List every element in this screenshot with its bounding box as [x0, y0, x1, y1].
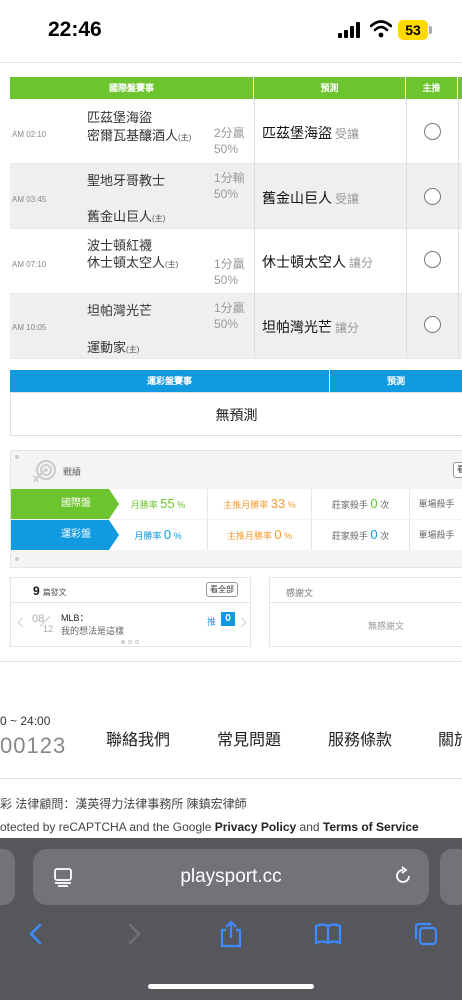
prediction: 休士頓太空人 讓分	[262, 254, 374, 270]
privacy-link[interactable]: Privacy Policy	[215, 820, 296, 834]
footer-link-terms[interactable]: 服務條款	[328, 726, 392, 750]
game-result: 1分贏 50%	[214, 301, 245, 331]
game-result: 1分贏 50%	[214, 257, 245, 287]
stats-title: 戰績	[63, 467, 82, 477]
prediction: 匹茲堡海盜 受讓	[262, 125, 360, 141]
thanks-title: 感謝文	[286, 588, 314, 598]
push-label: 推	[207, 617, 217, 627]
game-time: AM 07:10	[12, 260, 47, 269]
post-title[interactable]: MLB：	[61, 611, 89, 624]
team-home: 運動家(主)	[87, 340, 140, 355]
footer-link-faq[interactable]: 常見問題	[217, 726, 281, 750]
lottery-header-games: 運彩盤賽事	[10, 370, 330, 392]
stat-banker-killer: 莊家殺手 0 次	[312, 489, 410, 519]
main-pick-radio[interactable]	[424, 188, 441, 205]
stats-panel: 戰績 看 國際盤 月勝率 55 % 主推月勝率 33 % 莊家殺手 0 次 單場…	[10, 450, 462, 568]
forward-icon[interactable]	[120, 920, 148, 948]
status-bar: 22:46 53	[0, 0, 462, 62]
tabs-icon[interactable]	[412, 920, 440, 948]
status-time: 22:46	[48, 18, 102, 41]
team-away: 聖地牙哥教士	[87, 173, 166, 188]
stats-more-button[interactable]: 看	[453, 462, 462, 478]
stat-banker-killer: 莊家殺手 0 次	[312, 520, 410, 550]
footer-link-contact[interactable]: 聯絡我們	[106, 726, 170, 750]
team-home: 休士頓太空人(主)	[87, 255, 179, 270]
posts-panel: 9 篇發文 看全部 08 12 MLB： 我的想法是這樣 推 0	[10, 577, 251, 647]
stat-month-rate: 月勝率 55 %	[109, 489, 208, 519]
wifi-icon	[370, 20, 392, 38]
signal-icon	[338, 22, 362, 38]
table-row: AM 03:45 聖地牙哥教士 舊金山巨人(主) 1分輸 50% 舊金山巨人 受讓	[10, 164, 462, 229]
table-row: AM 10:05 坦帕灣光芒 運動家(主) 1分贏 50% 坦帕灣光芒 讓分	[10, 294, 462, 359]
main-pick-radio[interactable]	[424, 316, 441, 333]
table-row: AM 07:10 波士頓紅襪 休士頓太空人(主) 1分贏 50% 休士頓太空人 讓分	[10, 229, 462, 294]
intl-table-header: 國際盤賽事 預測 主推	[10, 77, 462, 99]
stat-label-intl: 國際盤	[11, 489, 119, 519]
back-icon[interactable]	[22, 920, 50, 948]
battery-level: 53	[398, 20, 428, 40]
intl-header-games: 國際盤賽事	[10, 77, 254, 99]
table-row: AM 02:10 匹茲堡海盜 密爾瓦基釀酒人(主) 2分贏 50% 匹茲堡海盜 受讓	[10, 99, 462, 164]
service-phone[interactable]: 00123	[0, 733, 66, 759]
game-time: AM 03:45	[12, 195, 47, 204]
team-home: 密爾瓦基釀酒人(主)	[87, 128, 192, 143]
stat-single-killer: 單場殺手	[418, 499, 455, 509]
posts-count: 9 篇發文	[33, 584, 67, 598]
legal-advisor: 彩 法律顧問：漢英得力法律事務所 陳鎮宏律師	[0, 797, 247, 811]
team-away: 坦帕灣光芒	[87, 303, 153, 318]
target-icon	[32, 460, 56, 483]
prev-chevron-icon[interactable]	[17, 617, 28, 628]
next-chevron-icon[interactable]	[236, 617, 247, 628]
game-time: AM 10:05	[12, 323, 47, 332]
home-indicator	[148, 984, 314, 989]
share-icon[interactable]	[217, 920, 245, 948]
stat-month-rate: 月勝率 0 %	[109, 520, 208, 550]
recaptcha-notice: otected by reCAPTCHA and the Google Priv…	[0, 820, 419, 834]
service-hours: 0 ~ 24:00	[0, 714, 51, 728]
post-subtitle[interactable]: 我的想法是這樣	[61, 624, 124, 637]
main-pick-radio[interactable]	[424, 123, 441, 140]
battery-tip	[429, 26, 432, 34]
lottery-table-header: 運彩盤賽事 預測	[10, 370, 462, 392]
see-all-button[interactable]: 看全部	[206, 582, 238, 597]
stat-single-killer: 單場殺手	[418, 530, 455, 540]
stat-main-rate: 主推月勝率 33 %	[208, 489, 312, 519]
intl-header-pred: 預測	[254, 77, 406, 99]
stat-row-intl: 國際盤 月勝率 55 % 主推月勝率 33 % 莊家殺手 0 次 單場殺手	[11, 489, 462, 519]
carousel-dots	[121, 640, 139, 644]
stat-label-lottery: 運彩盤	[11, 520, 119, 550]
prediction: 坦帕灣光芒 讓分	[262, 319, 360, 335]
team-away: 匹茲堡海盜	[87, 110, 153, 125]
game-result: 1分輸 50%	[214, 171, 245, 201]
intl-header-main: 主推	[406, 77, 458, 99]
lottery-header-pred: 預測	[386, 376, 405, 386]
stat-row-lottery: 運彩盤 月勝率 0 % 主推月勝率 0 % 莊家殺手 0 次 單場殺手	[11, 520, 462, 550]
terms-link[interactable]: Terms of Service	[323, 820, 419, 834]
prediction: 舊金山巨人 受讓	[262, 190, 360, 206]
thanks-panel: 感謝文 無感謝文	[269, 577, 462, 647]
team-home: 舊金山巨人(主)	[87, 209, 166, 224]
stat-main-rate: 主推月勝率 0 %	[208, 520, 312, 550]
game-time: AM 02:10	[12, 130, 47, 139]
post-date-day: 12	[43, 624, 54, 634]
reload-icon[interactable]	[393, 866, 413, 886]
footer-link-about[interactable]: 關於	[438, 726, 462, 750]
bookmarks-icon[interactable]	[314, 920, 342, 948]
game-result: 2分贏 50%	[214, 126, 245, 156]
thanks-empty: 無感謝文	[368, 621, 405, 631]
no-prediction-text: 無預測	[10, 392, 462, 436]
main-pick-radio[interactable]	[424, 251, 441, 268]
push-count: 0	[221, 612, 235, 626]
